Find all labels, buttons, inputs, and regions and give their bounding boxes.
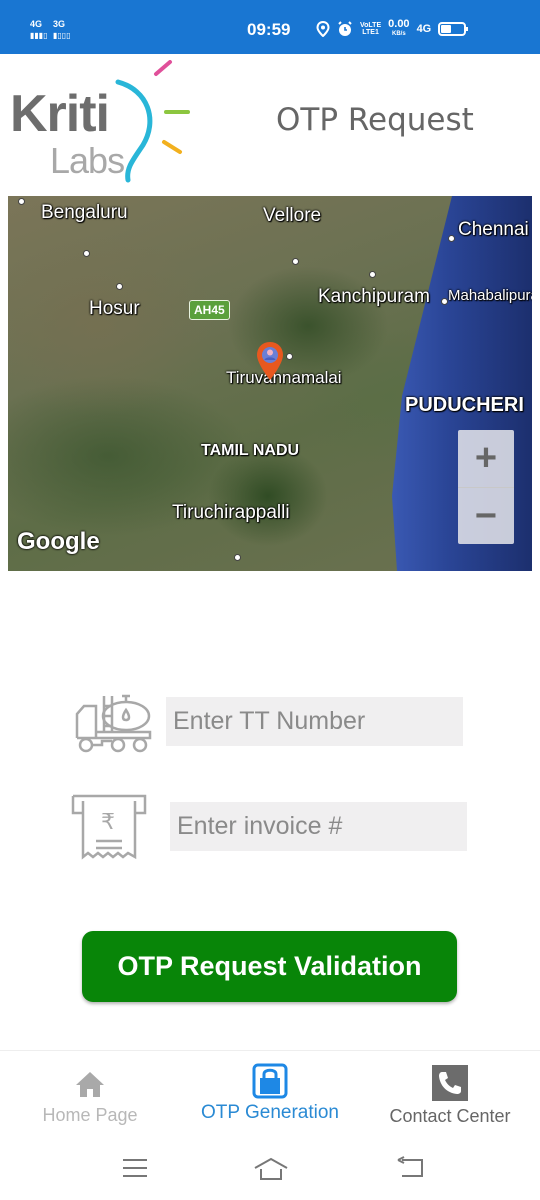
city-dot [234, 554, 241, 561]
google-attribution: Google [17, 528, 100, 555]
location-icon [316, 21, 330, 37]
page-title: OTP Request [276, 102, 474, 138]
tt-number-input[interactable] [166, 697, 463, 746]
otp-request-validation-button[interactable]: OTP Request Validation [82, 931, 457, 1002]
logo-bulb-icon [115, 60, 190, 183]
city-dot [369, 271, 376, 278]
nav-label-home: Home Page [42, 1105, 138, 1125]
map-label-bengaluru: Bengaluru [41, 202, 128, 223]
map-view[interactable]: Bengaluru Vellore Chennai Hosur Kanchipu… [8, 196, 532, 571]
lock-icon [252, 1063, 288, 1099]
sim1-signal-icon: 4G ▮▮▮▯ [30, 19, 48, 41]
map-label-vellore: Vellore [263, 205, 322, 226]
home-icon [76, 1072, 104, 1097]
status-bar: 4G ▮▮▮▯ 3G ▮▯▯▯ 09:59 VoLTE LTE1 0.00 KB/… [0, 0, 540, 54]
city-dot [441, 298, 448, 305]
map-zoom-controls: + − [458, 430, 514, 544]
app-header: Kriti Labs OTP Request [0, 54, 540, 194]
battery-icon [438, 22, 469, 36]
nav-label-contact: Contact Center [389, 1106, 511, 1126]
recent-apps-icon[interactable] [121, 1156, 149, 1180]
system-navigation-bar [0, 1150, 540, 1190]
map-label-mahabalipuram: Mahabalipura [448, 287, 532, 304]
city-dot [116, 283, 123, 290]
zoom-out-button[interactable]: − [458, 487, 514, 544]
bottom-navigation: Home Page OTP Generation Contact Center [0, 1050, 540, 1140]
city-dot [448, 235, 455, 242]
city-dot [286, 353, 293, 360]
phone-icon [432, 1065, 468, 1101]
nav-tab-contact-center[interactable]: Contact Center [380, 1051, 520, 1141]
volte-indicator: VoLTE LTE1 [360, 22, 382, 36]
kriti-labs-logo: Kriti Labs [8, 60, 193, 190]
map-label-tiruchirappalli: Tiruchirappalli [172, 502, 290, 523]
tanker-truck-icon [75, 694, 152, 753]
invoice-number-input[interactable] [170, 802, 467, 851]
highway-badge: AH45 [189, 300, 230, 320]
sim2-signal-icon: 3G ▮▯▯▯ [53, 19, 71, 41]
back-icon[interactable] [396, 1156, 426, 1180]
clock: 09:59 [247, 20, 291, 39]
sim2-label: 3G [53, 19, 66, 29]
map-label-chennai: Chennai [458, 219, 529, 240]
city-dot [18, 198, 25, 205]
city-dot [83, 250, 90, 257]
map-label-kanchipuram: Kanchipuram [318, 286, 430, 307]
nav-tab-otp-generation[interactable]: OTP Generation [180, 1051, 360, 1141]
nav-tab-home-page[interactable]: Home Page [30, 1051, 150, 1141]
sim1-label: 4G [30, 19, 43, 29]
location-pin-icon[interactable] [255, 341, 285, 381]
network-speed: 0.00 KB/s [388, 18, 410, 38]
zoom-in-button[interactable]: + [458, 430, 514, 487]
system-home-icon[interactable] [253, 1156, 289, 1182]
svg-text:₹: ₹ [101, 810, 115, 835]
network-type: 4G [416, 23, 432, 35]
invoice-receipt-icon: ₹ [71, 794, 147, 860]
alarm-icon [338, 21, 352, 36]
city-dot [292, 258, 299, 265]
map-label-tamil-nadu: TAMIL NADU [201, 442, 300, 459]
map-label-puducherry: PUDUCHERI [405, 394, 524, 416]
nav-label-otp: OTP Generation [200, 1102, 339, 1123]
map-label-hosur: Hosur [89, 298, 140, 319]
